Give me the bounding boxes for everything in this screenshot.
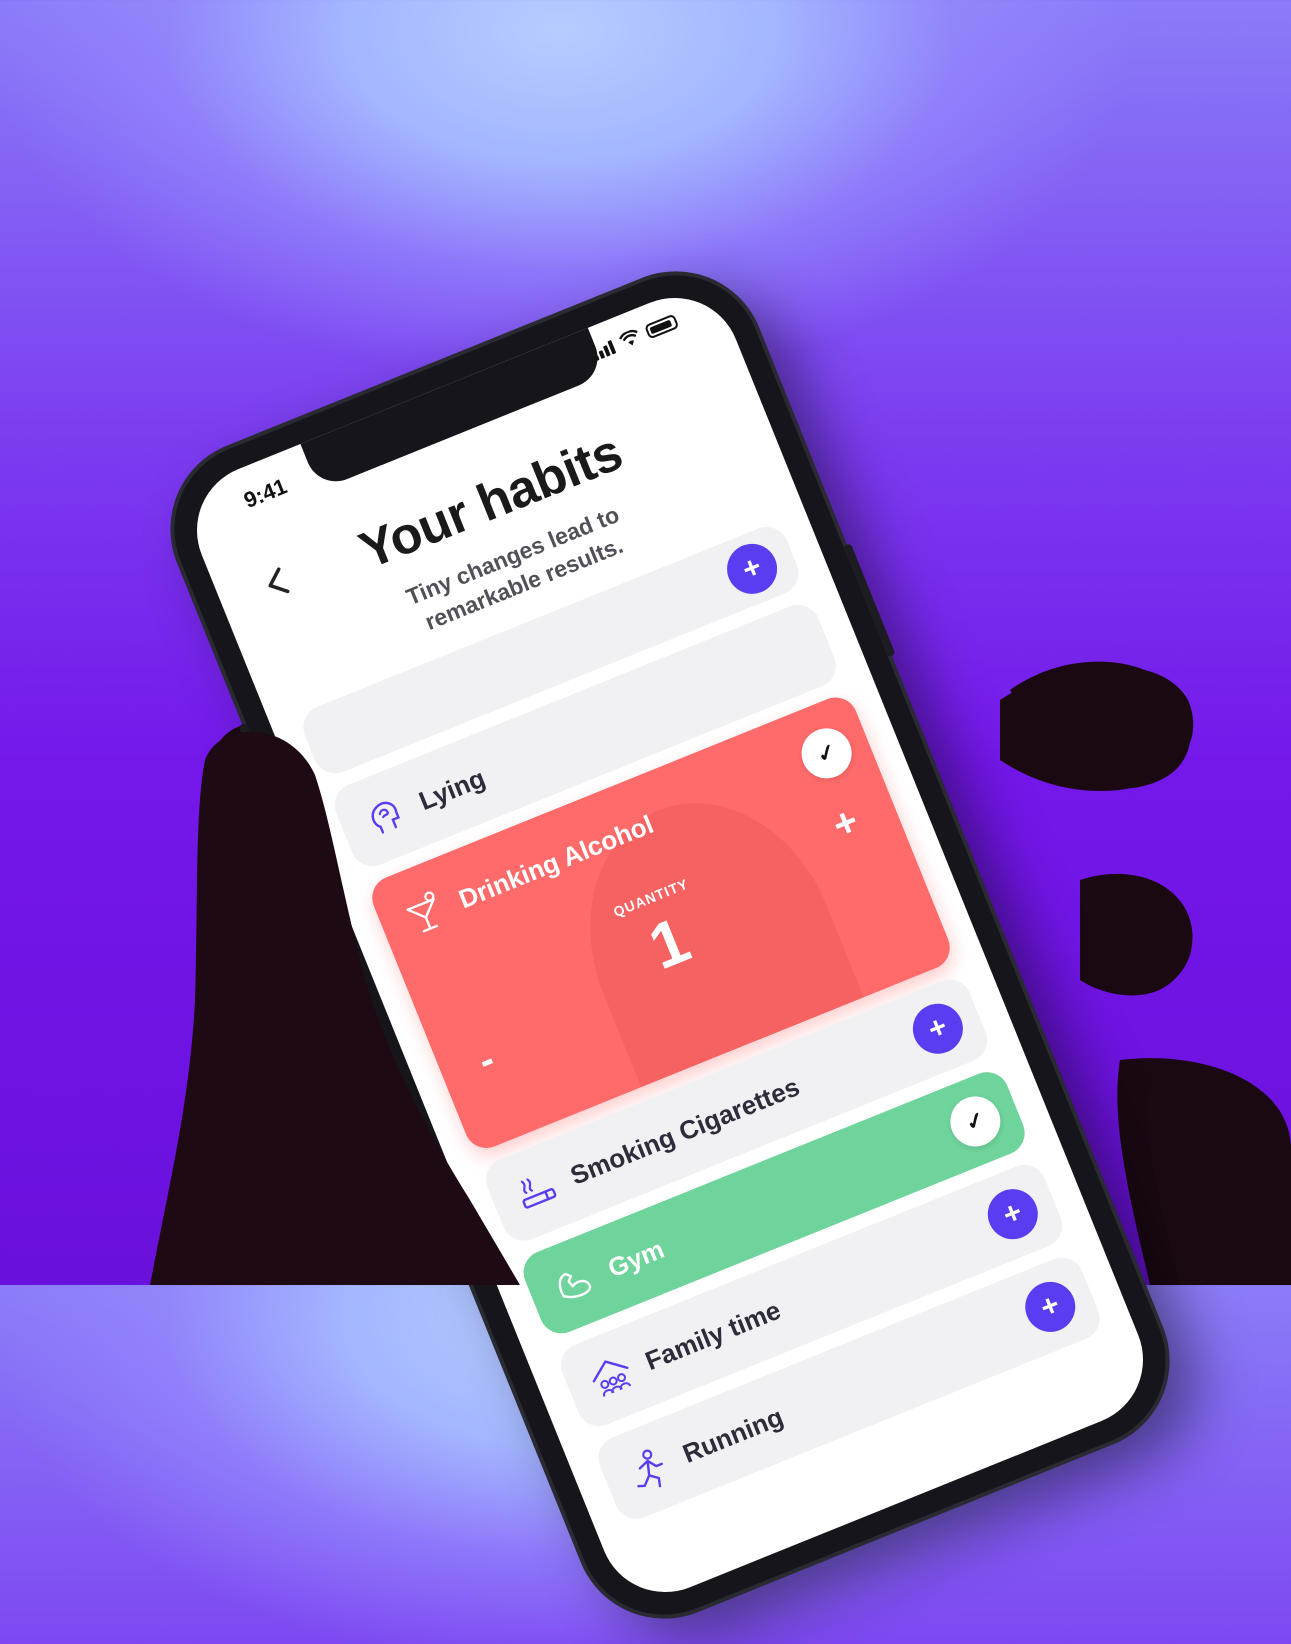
add-button[interactable]: +: [980, 1181, 1046, 1247]
cigarette-icon: [520, 1178, 557, 1209]
phone: 9:41 Your habits Tiny changes lead to re…: [148, 249, 1192, 1641]
done-checkmark[interactable]: ✓: [794, 720, 860, 786]
phone-screen: 9:41 Your habits Tiny changes lead to re…: [177, 278, 1163, 1612]
habit-label: Running: [678, 1401, 788, 1469]
habit-label: Gym: [603, 1233, 669, 1283]
volume-up-button: [238, 722, 276, 800]
battery-icon: [644, 313, 680, 340]
wifi-icon: [618, 328, 643, 350]
habit-list: + Lying Drinking Alcohol ✓ + QUANTITY 1 …: [296, 520, 1112, 1538]
signal-icon: [591, 340, 617, 362]
family-house-icon: [592, 1360, 632, 1397]
add-button[interactable]: +: [719, 536, 785, 602]
habit-label: Lying: [414, 762, 490, 816]
runner-icon: [637, 1449, 663, 1488]
done-checkmark[interactable]: ✓: [942, 1088, 1008, 1155]
add-button[interactable]: +: [1017, 1274, 1083, 1340]
habit-label: Family time: [640, 1294, 785, 1376]
flexed-arm-icon: [558, 1272, 592, 1299]
volume-down-button: [275, 815, 314, 893]
add-button[interactable]: +: [905, 996, 971, 1062]
status-icons: [590, 313, 680, 362]
status-time: 9:41: [240, 473, 291, 514]
head-icon: [371, 801, 401, 834]
cocktail-icon: [406, 891, 439, 933]
